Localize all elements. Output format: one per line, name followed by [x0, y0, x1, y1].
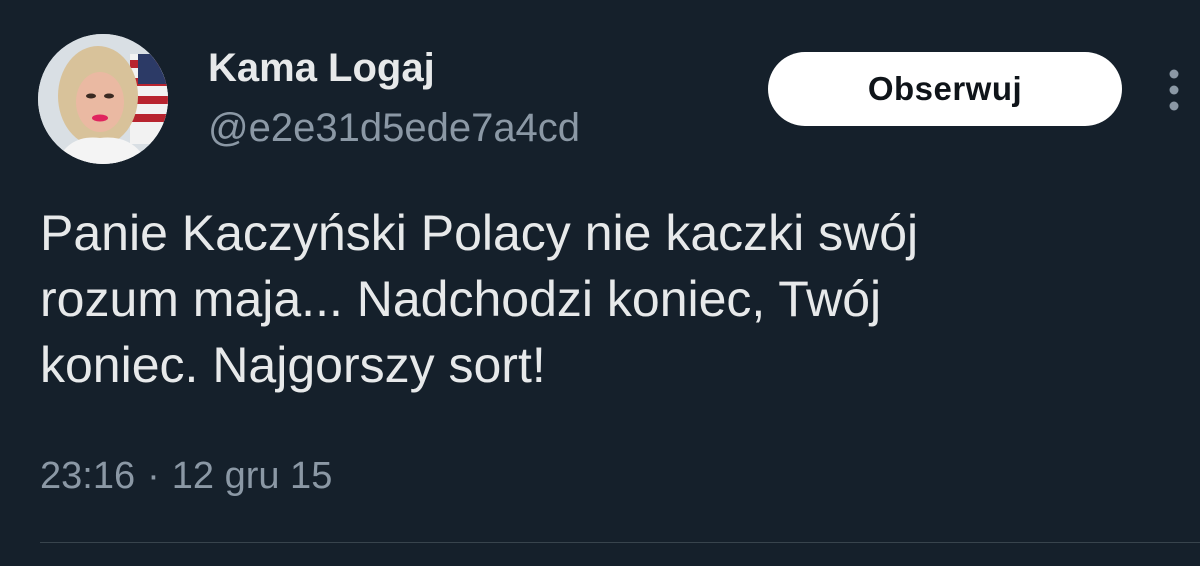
tweet-text-line: rozum maja... Nadchodzi koniec, Twój — [40, 271, 882, 327]
tweet-date: 12 gru 15 — [171, 455, 333, 497]
meta-separator: · — [147, 455, 160, 497]
more-options-button[interactable] — [1156, 64, 1192, 116]
follow-button[interactable]: Obserwuj — [768, 52, 1122, 126]
tweet-text-line: Panie Kaczyński Polacy nie kaczki swój — [40, 205, 919, 261]
divider — [40, 542, 1200, 543]
tweet-time: 23:16 — [40, 455, 136, 497]
tweet-timestamp[interactable]: 23:16 · 12 gru 15 — [40, 450, 332, 502]
tweet-text-line: koniec. Najgorszy sort! — [40, 337, 546, 393]
avatar[interactable] — [38, 34, 168, 164]
user-handle[interactable]: @e2e31d5ede7a4cd — [208, 104, 580, 152]
profile-photo-icon — [38, 34, 168, 164]
display-name[interactable]: Kama Logaj — [208, 44, 435, 92]
tweet-text: Panie Kaczyński Polacy nie kaczki swój r… — [40, 200, 1160, 398]
more-vertical-icon — [1169, 69, 1179, 111]
tweet-card: Kama Logaj @e2e31d5ede7a4cd Obserwuj Pan… — [0, 0, 1200, 566]
